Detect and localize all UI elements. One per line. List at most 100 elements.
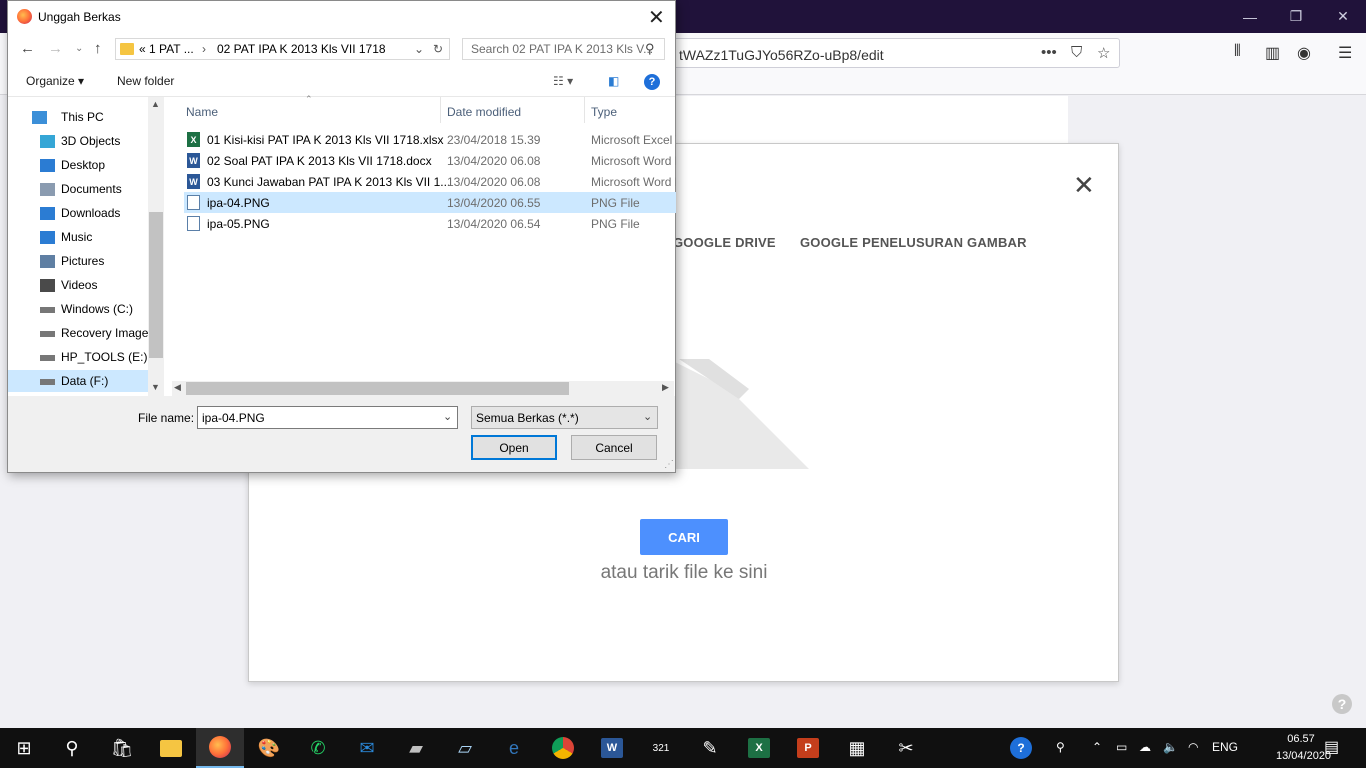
taskbar-paint[interactable]: 🎨 — [245, 728, 293, 768]
column-header-date[interactable]: Date modified — [447, 105, 521, 119]
nav-item[interactable]: Videos — [8, 274, 148, 296]
column-header-type[interactable]: Type — [591, 105, 617, 119]
nav-item[interactable]: 3D Objects — [8, 130, 148, 152]
taskbar-file-explorer[interactable] — [147, 728, 195, 768]
column-header-name[interactable]: Name — [186, 105, 218, 119]
taskbar-mail[interactable]: ✉ — [343, 728, 391, 768]
taskbar-snipping-tool[interactable]: ✂ — [882, 728, 930, 768]
file-row[interactable]: ipa-04.PNG 13/04/2020 06.55 PNG File — [184, 192, 676, 213]
scroll-left-icon[interactable]: ◀ — [174, 382, 181, 393]
help-icon[interactable]: ? — [1332, 694, 1352, 714]
account-icon[interactable]: ◉ — [1297, 43, 1311, 63]
search-input[interactable]: Search 02 PAT IPA K 2013 Kls V... ⚲ — [462, 38, 665, 60]
nav-scrollbar[interactable]: ▲ ▼ — [148, 97, 164, 396]
tab-google-drive[interactable]: GOOGLE DRIVE — [673, 235, 776, 250]
taskbar-calendar[interactable]: 321 — [637, 728, 685, 768]
back-icon[interactable]: ← — [20, 40, 35, 57]
help-tray-icon[interactable]: ? — [1010, 737, 1032, 759]
breadcrumb-current[interactable]: 02 PAT IPA K 2013 Kls VII 1718 — [217, 42, 386, 56]
address-bar[interactable]: « 1 PAT ... › 02 PAT IPA K 2013 Kls VII … — [115, 38, 450, 60]
breadcrumb-parent[interactable]: « 1 PAT ... — [139, 42, 194, 56]
close-icon[interactable]: ✕ — [1073, 170, 1095, 201]
tab-google-image-search[interactable]: GOOGLE PENELUSURAN GAMBAR — [800, 235, 1027, 250]
breadcrumb-separator-icon[interactable]: › — [202, 42, 206, 56]
scroll-down-icon[interactable]: ▼ — [151, 382, 160, 392]
taskbar-chrome[interactable] — [539, 728, 587, 768]
close-icon[interactable]: ✕ — [648, 5, 665, 30]
minimize-button[interactable]: — — [1227, 0, 1273, 33]
nav-scroll-thumb[interactable] — [149, 212, 163, 358]
column-divider[interactable] — [584, 97, 585, 123]
chevron-down-icon[interactable]: ⌄ — [443, 410, 452, 423]
nav-item[interactable]: Data (F:) — [8, 370, 148, 392]
recent-locations-icon[interactable]: ⌄ — [75, 43, 83, 54]
file-row[interactable]: W 02 Soal PAT IPA K 2013 Kls VII 1718.doc… — [184, 150, 676, 171]
cancel-button[interactable]: Cancel — [571, 435, 657, 460]
taskbar-start[interactable]: ⊞ — [0, 728, 48, 768]
refresh-icon[interactable]: ↻ — [433, 42, 443, 56]
preview-pane-icon[interactable]: ◧ — [608, 74, 619, 88]
browse-button[interactable]: CARI — [640, 519, 728, 555]
scroll-up-icon[interactable]: ▲ — [151, 99, 160, 109]
nav-item[interactable]: HP_TOOLS (E:) — [8, 346, 148, 368]
taskbar-scanner[interactable]: ▰ — [392, 728, 440, 768]
nav-item[interactable]: Desktop — [8, 154, 148, 176]
url-bar[interactable]: tWAZz1TuGJYo56RZo-uBp8/edit ••• ⛉ ☆ — [660, 38, 1120, 68]
taskbar-firefox[interactable] — [196, 728, 244, 768]
pocket-icon[interactable]: ⛉ — [1071, 44, 1082, 61]
view-options-icon[interactable]: ☷ ▾ — [553, 74, 573, 88]
scroll-right-icon[interactable]: ▶ — [662, 382, 669, 393]
column-divider[interactable] — [440, 97, 441, 123]
taskbar-calculator[interactable]: ▦ — [833, 728, 881, 768]
nav-item[interactable]: Pictures — [8, 250, 148, 272]
volume-icon[interactable]: 🔈 — [1163, 740, 1178, 754]
taskbar-search[interactable]: ⚲ — [48, 728, 96, 768]
sidebar-icon[interactable]: ▥ — [1265, 43, 1280, 63]
chevron-down-icon[interactable]: ⌄ — [414, 42, 424, 56]
taskbar-whatsapp[interactable]: ✆ — [294, 728, 342, 768]
new-folder-button[interactable]: New folder — [117, 74, 174, 88]
nav-item[interactable]: Recovery Image — [8, 322, 148, 344]
close-window-button[interactable]: ✕ — [1320, 0, 1366, 33]
organize-button[interactable]: Organize ▾ — [26, 74, 84, 88]
file-name-input[interactable]: ipa-04.PNG ⌄ — [197, 406, 458, 429]
onedrive-icon[interactable]: ☁ — [1139, 740, 1151, 754]
file-name: ipa-04.PNG — [207, 196, 270, 210]
people-icon[interactable]: ⚲ — [1056, 740, 1065, 754]
file-row[interactable]: W 03 Kunci Jawaban PAT IPA K 2013 Kls VII… — [184, 171, 676, 192]
taskbar-powerpoint[interactable]: P — [784, 728, 832, 768]
help-icon[interactable]: ? — [644, 74, 660, 90]
taskbar-store[interactable]: 🛍 — [98, 728, 146, 768]
battery-icon[interactable]: ▭ — [1116, 740, 1127, 754]
open-button[interactable]: Open — [471, 435, 557, 460]
forward-icon[interactable]: → — [48, 40, 63, 57]
clock[interactable]: 06.57 13/04/2020 — [1276, 731, 1331, 765]
taskbar-edge[interactable]: e — [490, 728, 538, 768]
restore-button[interactable]: ❐ — [1273, 0, 1319, 33]
show-hidden-icons[interactable]: ⌃ — [1092, 740, 1102, 754]
taskbar-notepad[interactable]: ✎ — [686, 728, 734, 768]
file-hscrollbar[interactable]: ◀ ▶ — [172, 381, 674, 396]
resize-grip-icon[interactable]: ⋰ — [664, 459, 674, 470]
menu-icon[interactable]: ☰ — [1338, 43, 1352, 63]
taskbar-excel[interactable]: X — [735, 728, 783, 768]
library-icon[interactable]: ⫴ — [1234, 43, 1241, 61]
taskbar-word[interactable]: W — [588, 728, 636, 768]
nav-item[interactable]: Music — [8, 226, 148, 248]
nav-item[interactable]: Documents — [8, 178, 148, 200]
hscroll-thumb[interactable] — [186, 382, 569, 395]
nav-item[interactable]: This PC — [8, 106, 148, 128]
nav-item[interactable]: Windows (C:) — [8, 298, 148, 320]
file-type-select[interactable]: Semua Berkas (*.*) ⌄ — [471, 406, 658, 429]
wifi-icon[interactable]: ◠ — [1188, 740, 1198, 754]
language-indicator[interactable]: ENG — [1212, 740, 1238, 754]
calculator-icon: ▦ — [848, 737, 866, 758]
nav-item[interactable]: Downloads — [8, 202, 148, 224]
file-row[interactable]: X 01 Kisi-kisi PAT IPA K 2013 Kls VII 171… — [184, 129, 676, 150]
page-actions-icon[interactable]: ••• — [1041, 44, 1057, 61]
up-icon[interactable]: ↑ — [94, 40, 102, 57]
taskbar-notes[interactable]: ▱ — [441, 728, 489, 768]
file-row[interactable]: ipa-05.PNG 13/04/2020 06.54 PNG File — [184, 213, 676, 234]
action-center-icon[interactable]: ▤ — [1324, 737, 1339, 757]
bookmark-star-icon[interactable]: ☆ — [1097, 44, 1110, 62]
